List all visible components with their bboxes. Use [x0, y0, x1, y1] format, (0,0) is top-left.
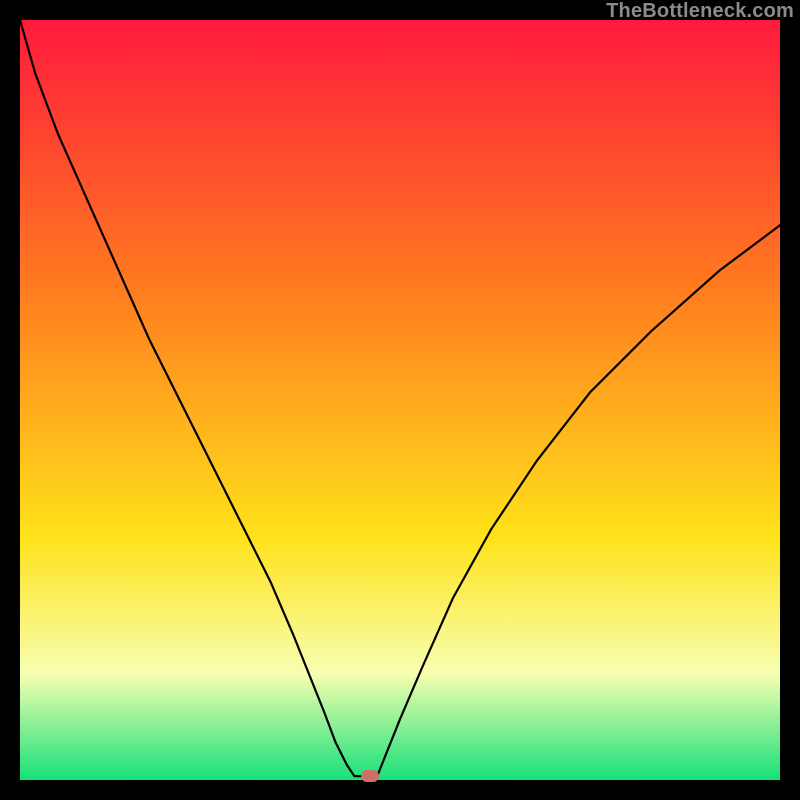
optimum-marker	[361, 770, 379, 782]
chart-frame	[20, 20, 780, 780]
gradient-background	[20, 20, 780, 780]
chart-canvas	[20, 20, 780, 780]
watermark-text: TheBottleneck.com	[606, 0, 794, 23]
